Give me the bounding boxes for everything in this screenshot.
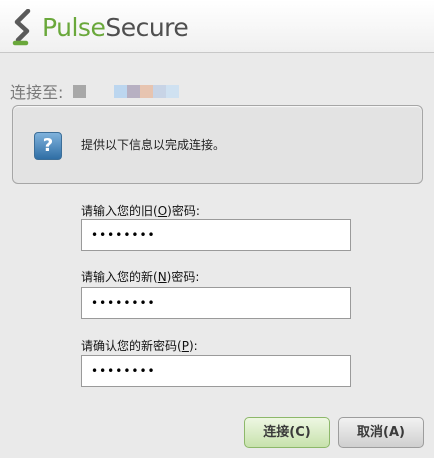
confirm-password-label: 请确认您的新密码(P):: [81, 339, 198, 353]
confirm-password-field[interactable]: ••••••••: [81, 355, 351, 387]
connect-button[interactable]: 连接(C): [244, 417, 330, 448]
header-bar: PulseSecure: [0, 0, 434, 53]
info-message: 提供以下信息以完成连接。: [81, 138, 226, 152]
brand-name-second: Secure: [105, 13, 189, 42]
connection-row: 连接至:: [10, 80, 180, 102]
help-question-icon: ?: [34, 132, 62, 160]
new-password-field[interactable]: ••••••••: [81, 287, 351, 319]
old-password-value: ••••••••: [91, 228, 156, 242]
cancel-button[interactable]: 取消(A): [338, 417, 424, 448]
confirm-password-value: ••••••••: [91, 364, 156, 378]
new-password-label: 请输入您的新(N)密码:: [81, 270, 200, 284]
redacted-server-name: [73, 84, 180, 98]
info-panel: ? 提供以下信息以完成连接。: [12, 105, 423, 184]
brand-name-first: Pulse: [42, 13, 106, 42]
old-password-field[interactable]: ••••••••: [81, 219, 351, 251]
pulse-secure-logo-icon: [12, 9, 31, 46]
new-password-value: ••••••••: [91, 296, 156, 310]
brand-name: PulseSecure: [42, 13, 189, 42]
old-password-label: 请输入您的旧(O)密码:: [81, 204, 200, 218]
connection-label: 连接至:: [10, 83, 64, 102]
